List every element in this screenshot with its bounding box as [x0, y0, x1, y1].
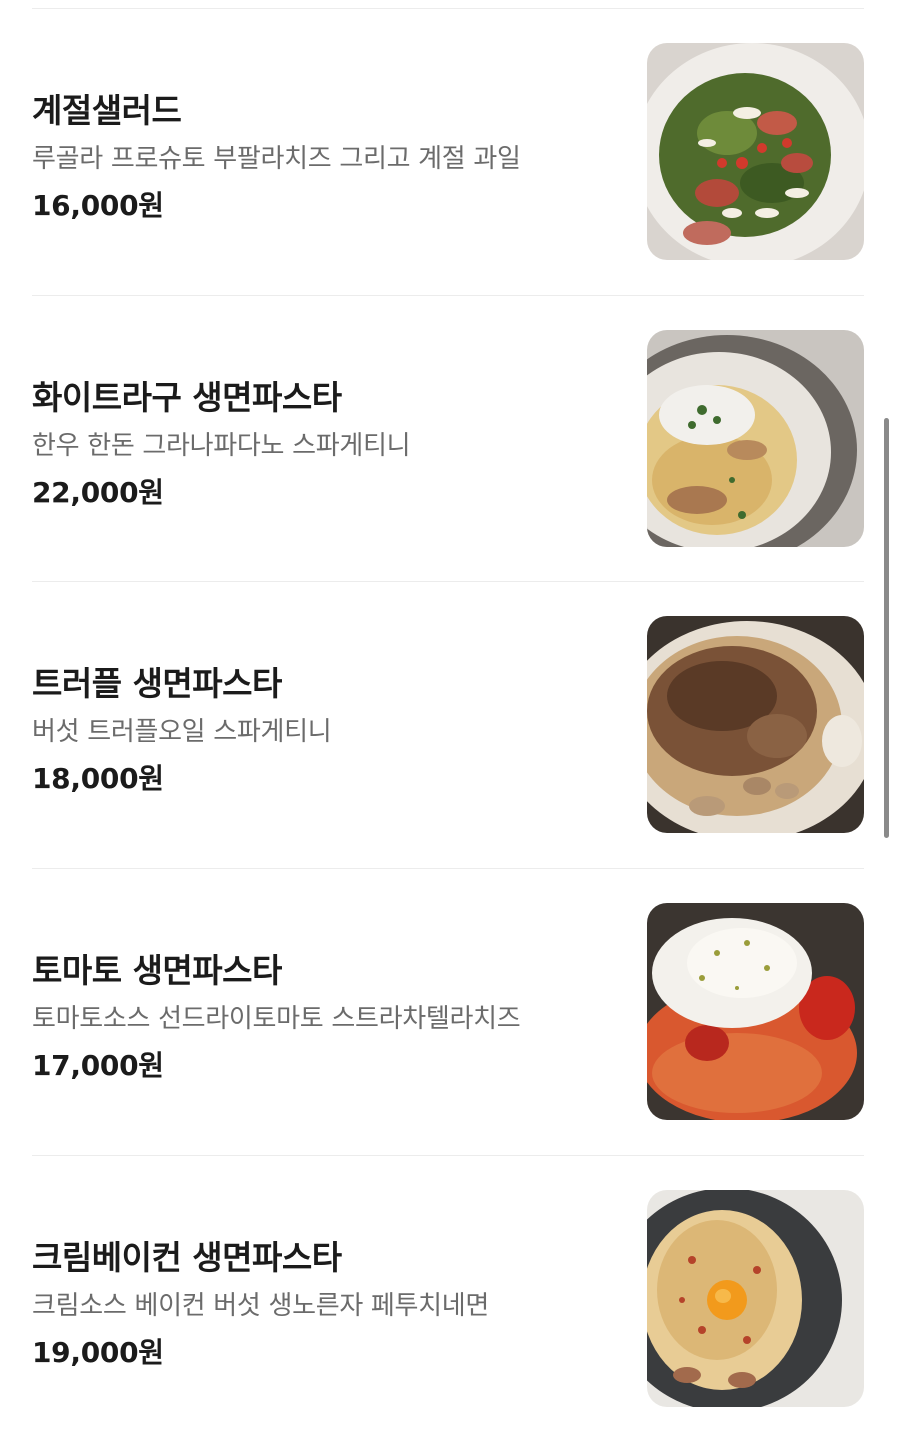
item-name: 토마토 생면파스타	[32, 951, 282, 990]
menu-item-tomato-pasta[interactable]: 토마토 생면파스타 토마토소스 선드라이토마토 스트라차텔라치즈 17,000원	[0, 868, 898, 1155]
menu-item-white-ragu-pasta[interactable]: 화이트라구 생면파스타 한우 한돈 그라나파다노 스파게티니 22,000원	[0, 295, 898, 582]
item-price: 19,000원	[32, 1336, 164, 1369]
item-description: 한우 한돈 그라나파다노 스파게티니	[32, 431, 411, 461]
item-description: 크림소스 베이컨 버섯 생노른자 페투치네면	[32, 1291, 490, 1321]
item-name: 화이트라구 생면파스타	[32, 378, 342, 417]
item-description: 루골라 프로슈토 부팔라치즈 그리고 계절 과일	[32, 144, 521, 174]
item-name: 계절샐러드	[32, 91, 182, 130]
item-price: 17,000원	[32, 1049, 164, 1082]
item-name: 크림베이컨 생면파스타	[32, 1238, 342, 1277]
item-price: 22,000원	[32, 476, 164, 509]
menu-list: 계절샐러드 루골라 프로슈토 부팔라치즈 그리고 계절 과일 16,000원 화…	[0, 0, 898, 1441]
item-description: 토마토소스 선드라이토마토 스트라차텔라치즈	[32, 1004, 521, 1034]
item-price: 16,000원	[32, 189, 164, 222]
item-name: 트러플 생면파스타	[32, 664, 282, 703]
white-ragu-pasta-photo[interactable]	[647, 330, 864, 547]
item-description: 버섯 트러플오일 스파게티니	[32, 717, 332, 747]
tomato-pasta-photo[interactable]	[647, 903, 864, 1120]
item-price: 18,000원	[32, 762, 164, 795]
scrollbar[interactable]	[884, 418, 889, 838]
truffle-pasta-photo[interactable]	[647, 616, 864, 833]
cream-bacon-pasta-photo[interactable]	[647, 1190, 864, 1407]
menu-item-seasonal-salad[interactable]: 계절샐러드 루골라 프로슈토 부팔라치즈 그리고 계절 과일 16,000원	[0, 8, 898, 295]
menu-item-cream-bacon-pasta[interactable]: 크림베이컨 생면파스타 크림소스 베이컨 버섯 생노른자 페투치네면 19,00…	[0, 1155, 898, 1442]
salad-photo[interactable]	[647, 43, 864, 260]
menu-item-truffle-pasta[interactable]: 트러플 생면파스타 버섯 트러플오일 스파게티니 18,000원	[0, 581, 898, 868]
